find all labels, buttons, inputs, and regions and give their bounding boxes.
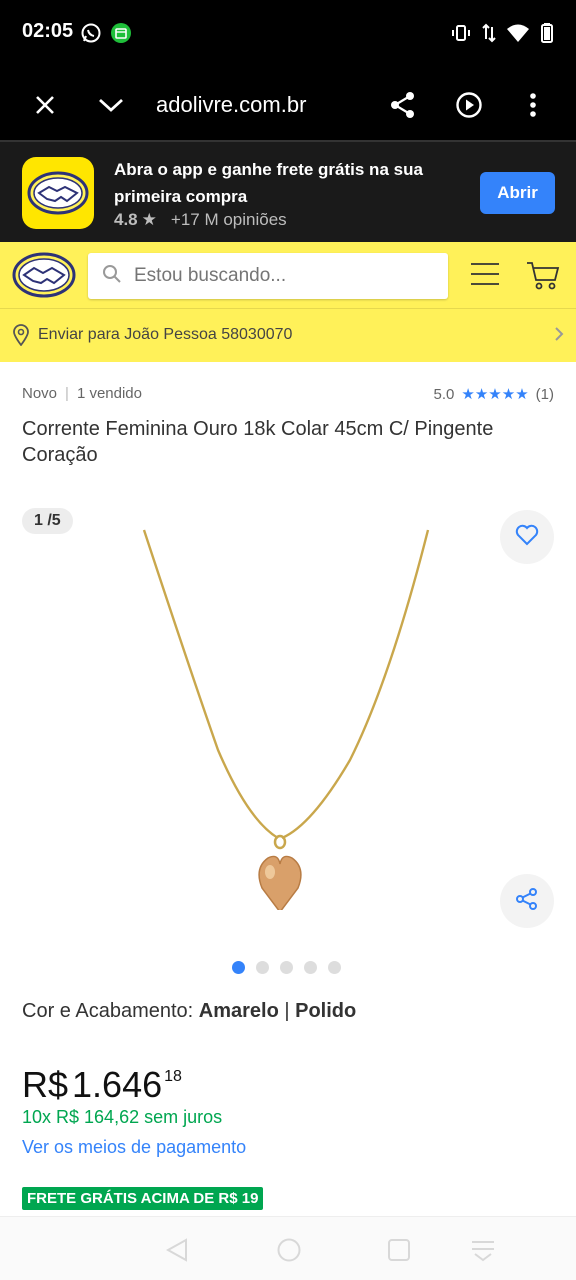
heart-icon <box>515 524 539 551</box>
app-logo[interactable] <box>22 157 94 229</box>
gallery-pagination[interactable] <box>232 961 341 974</box>
url-text[interactable]: adolivre.com.br <box>156 92 306 118</box>
star-icon: ★ <box>461 386 475 403</box>
shipping-text: Enviar para João Pessoa 58030070 <box>38 326 293 343</box>
recents-icon[interactable] <box>386 1237 412 1268</box>
banner-rating: 4.8 ★ +17 M opiniões <box>114 210 287 230</box>
search-input[interactable] <box>134 265 414 287</box>
installments-text: 10x R$ 164,62 sem juros <box>22 1107 223 1127</box>
product-image-necklace <box>142 529 430 910</box>
back-icon[interactable] <box>164 1237 190 1268</box>
pagination-dot[interactable] <box>328 961 341 974</box>
cart-icon[interactable] <box>526 260 560 295</box>
share-product-button[interactable] <box>500 874 554 928</box>
pagination-dot[interactable] <box>256 961 269 974</box>
status-bar: 02:05 <box>0 0 576 68</box>
wifi-icon <box>506 22 530 49</box>
share-icon <box>515 887 539 916</box>
product-condition: Novo | 1 vendido <box>22 385 142 402</box>
close-icon[interactable] <box>30 90 60 120</box>
status-time: 02:05 <box>22 20 74 42</box>
banner-reviews: +17 M opiniões <box>170 210 287 229</box>
site-header <box>0 242 576 308</box>
free-shipping-badge: FRETE GRÁTIS ACIMA DE R$ 19 <box>22 1187 264 1210</box>
share-icon[interactable] <box>388 90 418 120</box>
search-icon <box>102 264 122 289</box>
price-currency: R$ <box>22 1064 69 1105</box>
variant-color: Amarelo <box>198 1000 279 1022</box>
product-rating[interactable]: 5.0 ★★★★★ (1) <box>433 385 554 404</box>
product-gallery[interactable]: 1 /5 <box>0 500 576 950</box>
more-vert-icon[interactable] <box>518 90 548 120</box>
browser-toolbar: adolivre.com.br <box>0 68 576 142</box>
vibrate-icon <box>450 22 472 49</box>
data-icon <box>482 22 496 49</box>
rating-value: 5.0 <box>433 385 455 403</box>
mercadolivre-logo[interactable] <box>12 252 76 298</box>
variant-label: Cor e Acabamento: <box>22 1000 199 1022</box>
star-icon: ★ <box>141 210 157 229</box>
whatsapp-icon <box>80 22 102 49</box>
home-icon[interactable] <box>276 1237 302 1268</box>
price-amount: 1.646 <box>72 1064 163 1105</box>
image-counter: 1 /5 <box>22 508 73 534</box>
play-icon[interactable] <box>454 90 484 120</box>
star-icon: ★ <box>515 386 529 403</box>
location-pin-icon <box>12 324 30 351</box>
sold-count: 1 vendido <box>76 385 142 402</box>
variant-finish: Polido <box>295 1000 357 1022</box>
banner-title: Abra o app e ganhe frete grátis na sua p… <box>114 160 423 206</box>
banner-rating-value: 4.8 <box>114 210 138 229</box>
product-title: Corrente Feminina Ouro 18k Colar 45cm C/… <box>22 418 494 466</box>
star-icon: ★ <box>501 386 516 403</box>
variant-selector[interactable]: Cor e Acabamento: Amarelo | Polido <box>22 1000 356 1023</box>
pagination-dot[interactable] <box>280 961 293 974</box>
price: R$ 1.646 18 <box>22 1064 182 1106</box>
payment-methods-link[interactable]: Ver os meios de pagamento <box>22 1137 246 1158</box>
star-icon: ★ <box>474 386 489 403</box>
search-bar[interactable] <box>88 253 448 299</box>
open-app-button[interactable]: Abrir <box>480 172 555 214</box>
notification-app-icon <box>110 22 132 49</box>
chevron-down-icon[interactable] <box>96 90 126 120</box>
battery-icon <box>540 22 554 49</box>
price-cents: 18 <box>164 1068 182 1085</box>
system-nav-bar <box>0 1216 576 1280</box>
pagination-dot[interactable] <box>232 961 245 974</box>
nav-menu-icon[interactable] <box>470 1237 496 1268</box>
rating-stars: ★★★★★ <box>461 385 528 403</box>
menu-icon[interactable] <box>470 262 500 291</box>
condition-label: Novo <box>22 385 58 402</box>
shipping-location-bar[interactable]: Enviar para João Pessoa 58030070 <box>0 308 576 362</box>
rating-count: (1) <box>535 385 554 403</box>
favorite-button[interactable] <box>500 510 554 564</box>
star-icon: ★ <box>488 386 502 403</box>
app-install-banner: Abra o app e ganhe frete grátis na sua p… <box>0 142 576 242</box>
pagination-dot[interactable] <box>304 961 317 974</box>
chevron-right-icon <box>554 326 564 347</box>
